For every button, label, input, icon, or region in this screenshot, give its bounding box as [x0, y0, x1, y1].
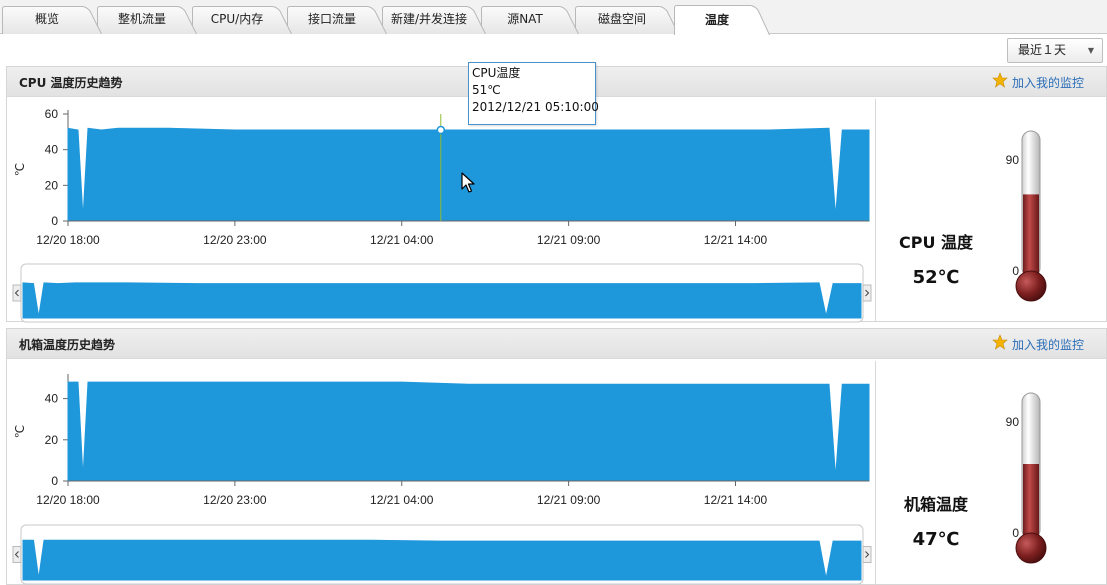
y-tick-label: 0 [51, 474, 58, 488]
add-to-monitor-link[interactable]: 加入我的监控 [992, 72, 1084, 91]
tooltip-time: 2012/12/21 05:10:00 [472, 100, 599, 114]
thermometer-min-label: 0 [1012, 526, 1019, 540]
y-tick-label: 20 [45, 433, 59, 447]
add-to-monitor-label: 加入我的监控 [1011, 338, 1084, 352]
x-tick-label: 12/21 04:00 [370, 233, 434, 247]
tab-label: 新建/并发连接 [390, 12, 468, 26]
x-tick-label: 12/20 23:00 [203, 493, 267, 507]
thermometer-bulb [1015, 532, 1047, 564]
tooltip-value: 51℃ [472, 83, 501, 97]
cpu-temperature-chart[interactable]: 0 20 40 60 ℃ 12/20 18:00 12/20 23:00 12/21 04:0… [7, 67, 875, 323]
temperature-area-series [67, 381, 870, 482]
add-to-monitor-link[interactable]: 加入我的监控 [992, 334, 1084, 353]
panel-divider [875, 361, 876, 584]
y-tick-label: 60 [45, 107, 59, 121]
star-icon [992, 72, 1008, 88]
tab-label: 源NAT [507, 12, 543, 26]
x-tick-label: 12/20 18:00 [36, 233, 100, 247]
gauge-value: 47℃ [912, 529, 960, 550]
navigator-series [22, 282, 862, 319]
gauge-value: 52℃ [912, 267, 960, 288]
x-tick-label: 12/21 09:00 [537, 233, 601, 247]
y-axis-label: ℃ [13, 425, 27, 438]
scroll-left-button[interactable] [12, 546, 22, 563]
thermometer-mercury [1023, 464, 1039, 539]
tab-label: 接口流量 [307, 12, 356, 26]
scroll-left-button[interactable] [12, 284, 22, 302]
x-tick-label: 12/21 09:00 [537, 493, 601, 507]
y-axis-label: ℃ [13, 163, 27, 176]
tab-label: 磁盘空间 [597, 12, 646, 26]
tab-label: 温度 [704, 13, 729, 27]
thermometer-max-label: 90 [1006, 153, 1020, 167]
time-range-select[interactable]: 最近１天 ▼ [1007, 38, 1103, 63]
thermometer-mercury [1023, 194, 1039, 277]
mouse-pointer-icon [461, 172, 475, 193]
thermometer-min-label: 0 [1012, 264, 1019, 278]
y-tick-label: 40 [45, 143, 59, 157]
hover-marker [436, 125, 446, 135]
tab-0[interactable]: 概览 [2, 6, 102, 34]
tab-6[interactable]: 磁盘空间 [575, 6, 679, 34]
tooltip-series: CPU温度 [472, 66, 521, 80]
tab-2[interactable]: CPU/内存 [192, 6, 292, 34]
thermometer-max-label: 90 [1006, 415, 1020, 429]
tab-label: 整机流量 [117, 12, 166, 26]
x-tick-label: 12/21 04:00 [370, 493, 434, 507]
x-tick-label: 12/20 23:00 [203, 233, 267, 247]
x-tick-label: 12/21 14:00 [704, 233, 768, 247]
gauge-label: CPU 温度 [898, 233, 974, 252]
chart-tooltip: CPU温度 51℃ 2012/12/21 05:10:00 [468, 62, 599, 125]
x-tick-label: 12/21 14:00 [704, 493, 768, 507]
gauge-label: 机箱温度 [903, 495, 968, 514]
tab-3[interactable]: 接口流量 [287, 6, 387, 34]
thermometer-bulb [1015, 270, 1047, 302]
tab-1[interactable]: 整机流量 [97, 6, 197, 34]
tab-7[interactable]: 温度 [674, 5, 770, 35]
thermometer-tube [1021, 130, 1041, 278]
add-to-monitor-label: 加入我的监控 [1011, 76, 1084, 90]
tab-bar: 概览 整机流量 CPU/内存 接口流量 新建/并发连接 源NAT 磁盘空间 温度 [0, 0, 1107, 35]
star-icon [992, 334, 1008, 350]
chassis-temperature-chart[interactable]: 0 20 40 ℃ 12/20 18:00 12/20 23:00 12/21 04:00 1… [7, 329, 875, 585]
chassis-temperature-panel: 机箱温度历史趋势 加入我的监控 0 20 40 ℃ 12/20 18:00 12/20 2… [6, 328, 1107, 585]
tab-label: CPU/内存 [210, 12, 264, 26]
y-tick-label: 20 [45, 178, 59, 192]
time-range-value: 最近１天 [1018, 43, 1067, 57]
y-tick-label: 40 [45, 392, 59, 406]
tab-label: 概览 [34, 12, 59, 26]
navigator-series [22, 539, 862, 581]
chevron-down-icon: ▼ [1087, 46, 1094, 55]
tab-4[interactable]: 新建/并发连接 [382, 6, 486, 34]
tab-5[interactable]: 源NAT [481, 6, 579, 34]
x-tick-label: 12/20 18:00 [36, 493, 100, 507]
y-tick-label: 0 [51, 214, 58, 228]
thermometer-tube [1021, 392, 1041, 540]
